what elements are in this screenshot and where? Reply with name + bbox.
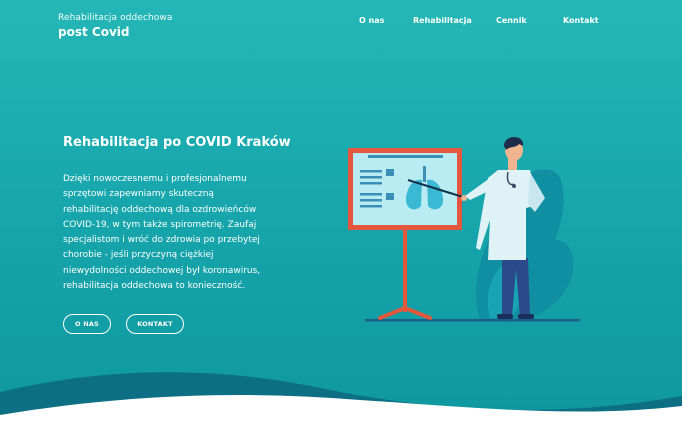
floor-line [365,319,580,322]
doctor-illustration [348,137,580,322]
nav-item-rehabilitacja[interactable]: Rehabilitacja [413,16,472,25]
hero-line: COVID-19, w tym także spirometrię. Zaufa… [63,219,257,230]
board-title-bar [368,155,443,158]
nav-item-kontakt[interactable]: Kontakt [563,16,599,25]
nav-item-o-nas[interactable]: O nas [359,16,384,25]
hero-line: sprzętowi zapewniamy skuteczną [63,189,214,200]
hero-line: specjalistom i wróć do zdrowia po przeby… [63,235,260,246]
hero-line: rehabilitacja oddechowa to konieczność. [63,281,246,292]
main-nav: O nas Rehabilitacja Cennik Kontakt [0,16,682,30]
hero-line: chorobie - jeśli przyczyną ciężkiej [63,250,214,261]
nav-item-cennik[interactable]: Cennik [496,16,527,25]
list-line [360,182,382,185]
list-line [360,193,382,196]
hero-line: niewydolności oddechowej był koronawirus… [63,265,261,276]
bottom-wave [0,372,682,430]
easel-legs [378,306,432,320]
check-box [386,193,394,200]
list-line [360,176,382,179]
check-box [386,169,394,176]
board-screen [353,153,457,225]
list-line [360,170,382,173]
hero-line: Dzięki nowoczesnemu i profesjonalnemu [63,174,247,184]
contact-button[interactable]: KONTAKT [126,314,184,334]
about-button[interactable]: O NAS [63,314,111,334]
hero-title: Rehabilitacja po COVID Kraków [63,135,291,150]
easel-pole [403,230,407,312]
hero-description: Dzięki nowoczesnemu i profesjonalnemu sp… [63,172,303,294]
list-line [360,199,382,202]
list-line [360,205,382,208]
hero-line: rehabilitację oddechową dla ozdrowieńców [63,204,257,215]
